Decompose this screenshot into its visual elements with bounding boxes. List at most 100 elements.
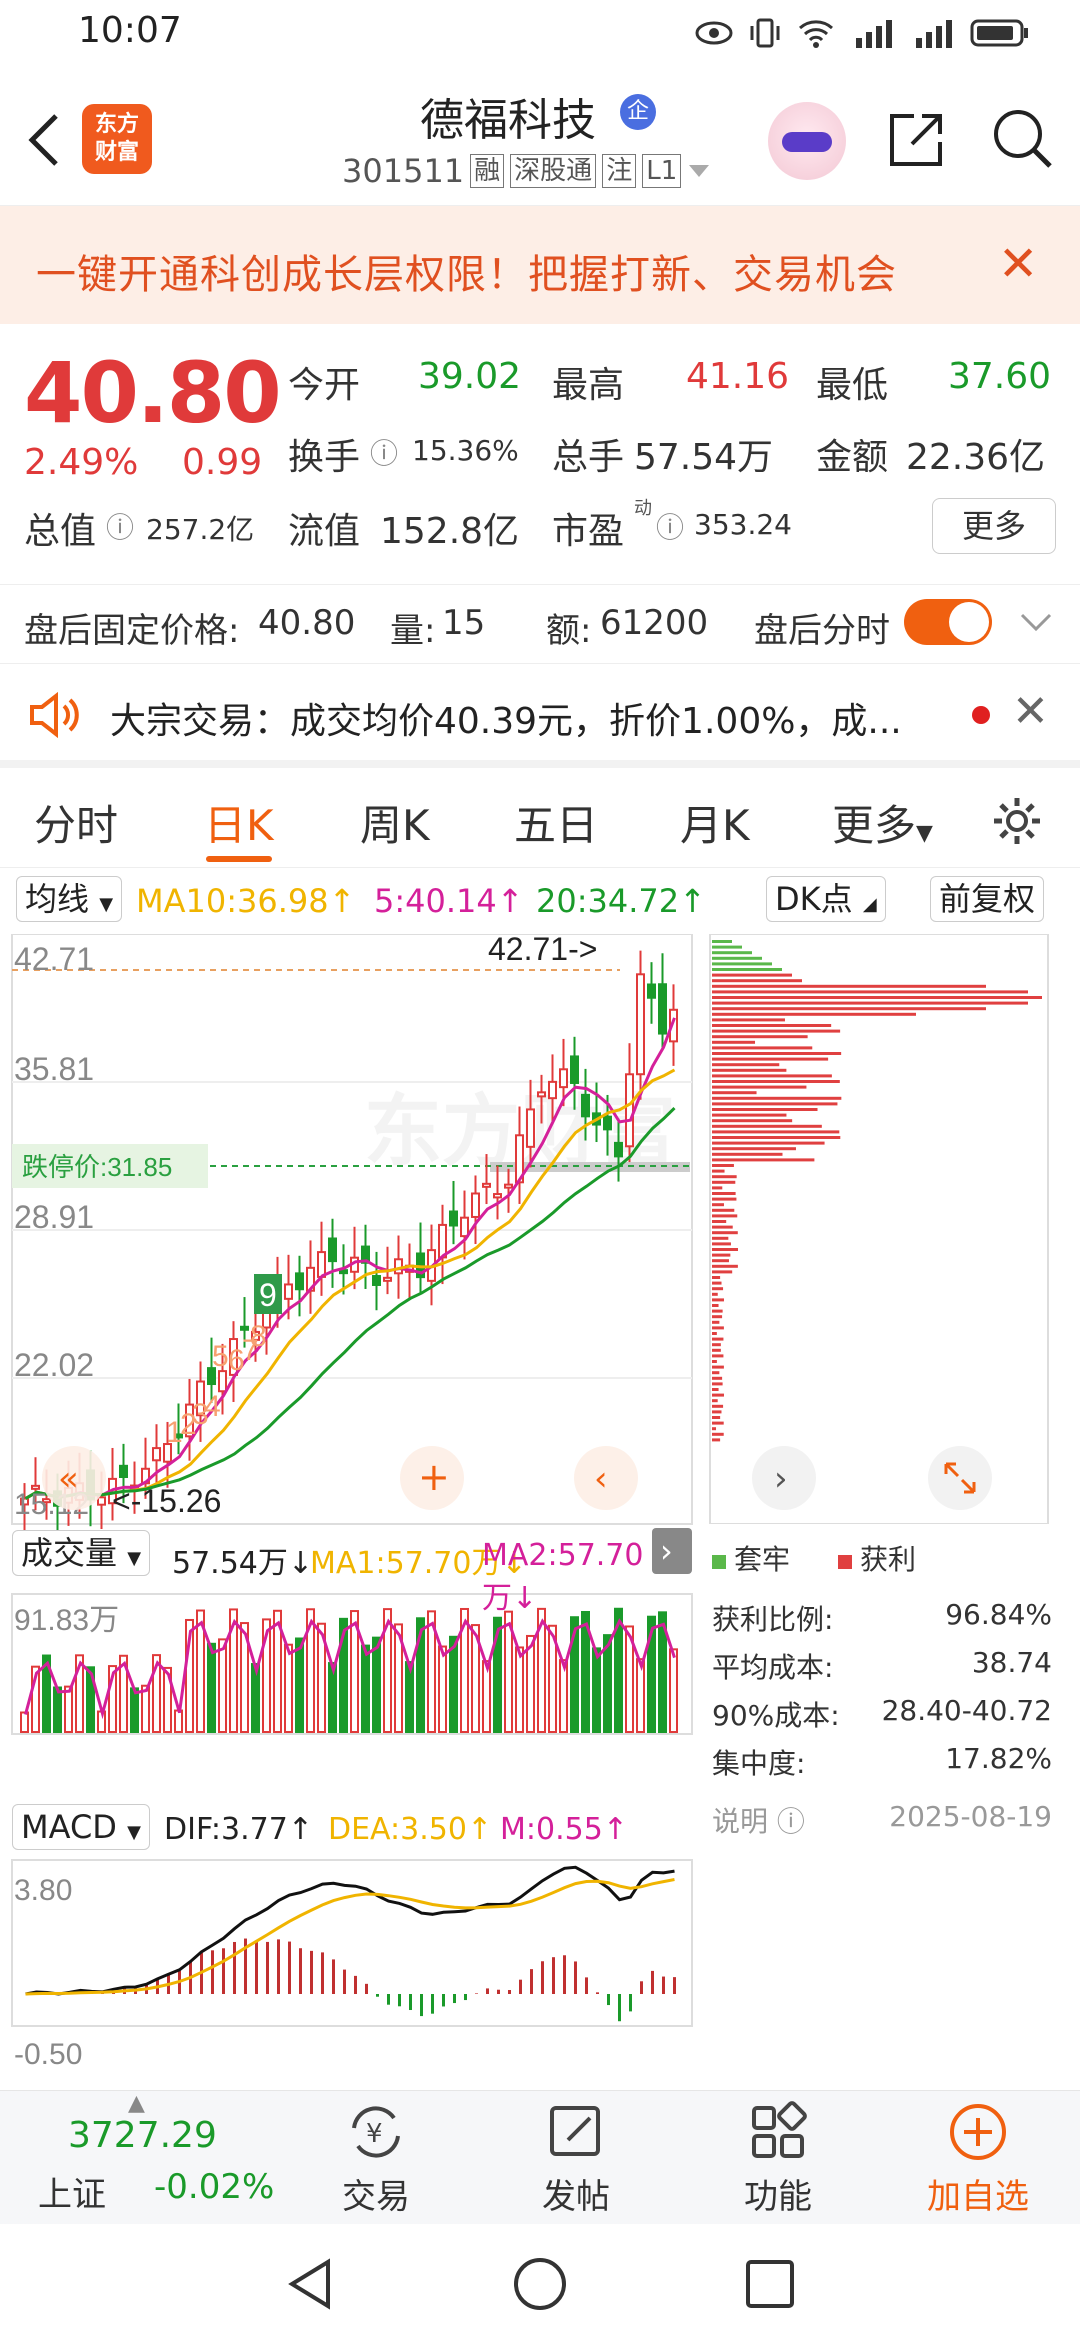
info-icon-3[interactable]: ⓘ — [656, 506, 684, 546]
adjust-select[interactable]: 前复权 — [930, 876, 1045, 922]
chip-row-value: 96.84% — [945, 1598, 1052, 1631]
volume-bar — [405, 1661, 414, 1734]
dk-label: DK点 — [775, 880, 853, 918]
chip-bar — [712, 1141, 825, 1145]
tab-five-day[interactable]: 五日 — [514, 792, 598, 853]
nav-functions[interactable]: 功能 — [698, 2095, 858, 2218]
volume-select[interactable]: 成交量 ▼ — [12, 1530, 151, 1576]
chip-distribution[interactable]: › — [706, 934, 1052, 1524]
macd-dif: DIF:3.77↑ — [164, 1812, 313, 1847]
candle-body — [394, 1258, 403, 1275]
stock-code-line[interactable]: 301511 融 深股通 注 L1 — [342, 152, 711, 190]
tab-weekly-k[interactable]: 周K — [360, 792, 430, 853]
candle-body — [614, 1141, 623, 1158]
macd-legend: MACD ▼ DIF:3.77↑ DEA:3.50↑ M:0.55↑ — [12, 1804, 652, 1854]
info-icon[interactable]: ⓘ — [777, 1805, 805, 1838]
chart-tabs: 分时 日K 周K 五日 月K 更多▼ — [0, 768, 1080, 868]
nav-trade[interactable]: ¥ 交易 — [296, 2095, 456, 2218]
share-icon[interactable] — [884, 108, 948, 172]
chip-bar — [712, 1382, 723, 1386]
macd-select[interactable]: MACD ▼ — [12, 1804, 150, 1850]
chip-bar — [712, 1410, 722, 1414]
chip-bar — [712, 1018, 785, 1022]
candle-body — [460, 1216, 469, 1238]
tab-daily-k[interactable]: 日K — [204, 792, 274, 853]
notice-bar[interactable]: 大宗交易：成交均价40.39元，折价1.00%，成... ✕ — [0, 664, 1080, 768]
nav-add-label: 加自选 — [927, 2177, 1029, 2217]
volume-bar — [361, 1644, 370, 1733]
chip-bar — [712, 1175, 737, 1179]
chip-bar — [712, 1231, 738, 1235]
chip-bar — [712, 1063, 780, 1067]
candle-body — [504, 1183, 513, 1189]
index-ticker[interactable]: ▲ 3727.29 上证 -0.02% — [0, 2091, 280, 2225]
candle-body — [119, 1464, 128, 1478]
chip-bars — [712, 940, 1042, 1442]
tag-margin: 融 — [470, 154, 505, 188]
back-triangle-icon[interactable] — [284, 2256, 336, 2312]
candle-body — [493, 1193, 502, 1199]
recents-square-icon[interactable] — [744, 2258, 796, 2310]
home-circle-icon[interactable] — [512, 2256, 568, 2312]
more-button[interactable]: 更多 — [932, 498, 1056, 554]
settings-icon[interactable] — [990, 794, 1044, 848]
tab-monthly-k[interactable]: 月K — [680, 792, 750, 853]
chip-note-label: 说明 — [712, 1805, 769, 1838]
status-bar: 10:07 — [0, 0, 1080, 72]
assistant-avatar[interactable] — [768, 102, 846, 180]
chip-bar — [712, 968, 782, 971]
info-icon-2[interactable]: ⓘ — [106, 506, 134, 546]
chip-bar — [712, 1298, 724, 1302]
eye-icon — [695, 21, 733, 45]
indicator-select[interactable]: 均线 ▼ — [16, 876, 123, 922]
chip-bar — [712, 1388, 719, 1391]
tag-connect: 深股通 — [510, 154, 597, 188]
tab-more[interactable]: 更多▼ — [832, 792, 933, 853]
chip-note-row[interactable]: 说明 ⓘ 2025-08-19 — [712, 1800, 1052, 1840]
candle-body — [647, 983, 656, 999]
chip-bar — [712, 1080, 840, 1083]
candle-body — [526, 1108, 535, 1148]
low-label: 最低 — [816, 365, 889, 406]
chip-bar — [712, 1320, 720, 1324]
chip-bar — [712, 1007, 986, 1011]
candle-body — [603, 1115, 612, 1131]
stock-name: 德福科技 — [420, 95, 596, 146]
chip-bar — [712, 1259, 729, 1263]
close-icon[interactable]: ✕ — [998, 236, 1038, 292]
promo-banner[interactable]: 一键开通科创成长层权限！把握打新、交易机会 ✕ — [0, 206, 1080, 324]
chevron-down-icon[interactable] — [1018, 607, 1054, 637]
candle-body — [658, 983, 667, 1035]
chip-concentration: 集中度: 17.82% — [712, 1742, 1052, 1782]
nav-add-watchlist[interactable]: 加自选 — [898, 2095, 1058, 2218]
index-change: -0.02% — [154, 2167, 275, 2207]
chip-bar — [712, 945, 742, 949]
nav-post[interactable]: 发帖 — [496, 2095, 656, 2218]
trade-icon: ¥ — [352, 2106, 400, 2158]
info-icon[interactable]: ⓘ — [370, 432, 398, 472]
dk-point-select[interactable]: DK点 ◢ — [766, 876, 886, 922]
after-hours-toggle[interactable] — [904, 599, 992, 645]
chip-bar — [712, 1113, 787, 1117]
chip-bar — [712, 973, 792, 977]
speaker-icon — [30, 691, 79, 739]
back-icon[interactable] — [24, 110, 64, 170]
chip-bar — [712, 1085, 807, 1089]
battery-icon — [970, 19, 1028, 47]
chip-bar — [712, 1360, 717, 1363]
amount-label: 金额 — [816, 437, 889, 478]
plus-circle-icon — [950, 2104, 1006, 2160]
candle-body — [581, 1093, 590, 1118]
signal-5: 5 — [212, 1340, 229, 1373]
chip-bar — [712, 1035, 808, 1039]
tab-intraday[interactable]: 分时 — [34, 792, 118, 853]
chip-bar — [712, 1001, 1028, 1005]
chip-avg-cost: 平均成本: 38.74 — [712, 1646, 1052, 1686]
volume-ma2: MA2:57.70万↓ — [482, 1538, 644, 1616]
search-icon[interactable] — [988, 104, 1056, 172]
volume-bar — [559, 1659, 568, 1733]
open-label: 今开 — [288, 365, 361, 406]
chip-bar — [712, 1427, 717, 1431]
close-icon[interactable]: ✕ — [1012, 686, 1049, 737]
chip-bar — [712, 1214, 738, 1218]
